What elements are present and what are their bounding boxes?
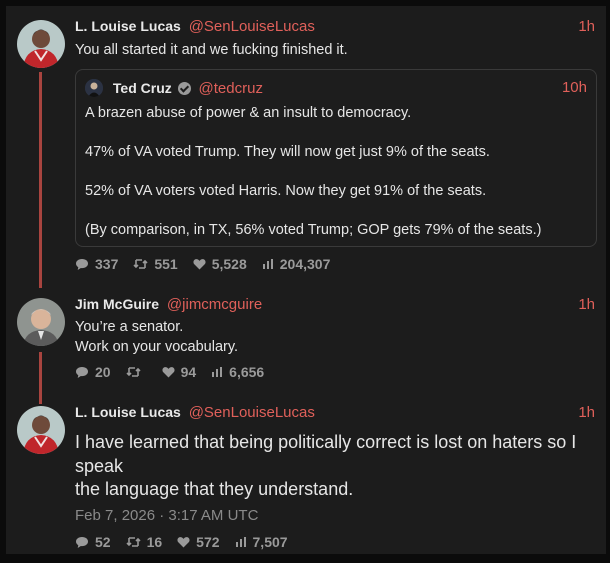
heart-icon — [177, 537, 190, 548]
tweet-header: L. Louise Lucas @SenLouiseLucas 1h — [75, 18, 595, 38]
comment-icon — [76, 258, 88, 270]
tweet-text-line: Work on your vocabulary. — [75, 339, 239, 355]
tweet-date[interactable]: Feb 7, 2026 · 3:17 AM UTC — [75, 507, 258, 524]
reply-button[interactable]: 52 — [75, 534, 111, 550]
tweet-header: L. Louise Lucas @SenLouiseLucas 1h — [75, 404, 595, 424]
retweet-button[interactable]: 16 — [126, 534, 163, 550]
display-name[interactable]: L. Louise Lucas — [75, 18, 181, 34]
heart-icon — [193, 259, 206, 270]
view-count: 7,507 — [252, 534, 288, 550]
like-count: 5,528 — [211, 256, 247, 272]
quote-user-handle[interactable]: @tedcruz — [199, 80, 263, 97]
heart-icon — [162, 367, 175, 378]
timestamp[interactable]: 1h — [578, 18, 595, 35]
retweet-icon — [133, 259, 148, 269]
like-count: 572 — [196, 534, 220, 550]
avatar[interactable] — [17, 20, 65, 68]
timestamp[interactable]: 1h — [578, 296, 595, 313]
like-button[interactable]: 94 — [162, 364, 197, 380]
tweet-3[interactable]: L. Louise Lucas @SenLouiseLucas 1h I hav… — [6, 404, 606, 554]
display-name[interactable]: Jim McGuire — [75, 296, 159, 312]
reply-button[interactable]: 20 — [75, 364, 111, 380]
tweet-stats: 337 551 5,528 204,307 — [75, 255, 345, 273]
views-button[interactable]: 204,307 — [262, 256, 331, 272]
user-handle[interactable]: @SenLouiseLucas — [189, 18, 315, 35]
thread-line — [39, 352, 42, 404]
tweet-text-line: the language that they understand. — [75, 479, 354, 499]
quote-header: Ted Cruz @tedcruz 10h — [85, 79, 587, 99]
reply-count: 20 — [95, 364, 111, 380]
view-count: 6,656 — [229, 364, 265, 380]
user-handle[interactable]: @SenLouiseLucas — [189, 404, 315, 421]
quote-paragraph: 52% of VA voters voted Harris. Now they … — [85, 183, 487, 199]
timestamp[interactable]: 1h — [578, 404, 595, 421]
tweet-1[interactable]: L. Louise Lucas @SenLouiseLucas 1h You a… — [6, 6, 606, 296]
display-name[interactable]: L. Louise Lucas — [75, 404, 181, 420]
reply-count: 52 — [95, 534, 111, 550]
view-count: 204,307 — [279, 256, 331, 272]
views-button[interactable]: 6,656 — [211, 364, 264, 380]
tweet-2[interactable]: Jim McGuire @jimcmcguire 1h You’re a sen… — [6, 296, 606, 405]
like-button[interactable]: 5,528 — [193, 256, 247, 272]
tweet-text: You all started it and we fucking finish… — [75, 42, 348, 58]
comment-icon — [76, 536, 88, 548]
retweet-icon — [126, 367, 141, 377]
avatar[interactable] — [17, 298, 65, 346]
retweet-count: 551 — [154, 256, 178, 272]
reply-count: 337 — [95, 256, 119, 272]
quote-paragraph: A brazen abuse of power & an insult to d… — [85, 105, 412, 121]
views-button[interactable]: 7,507 — [235, 534, 288, 550]
tweet-header: Jim McGuire @jimcmcguire 1h — [75, 296, 595, 316]
views-chart-icon — [212, 367, 223, 377]
timeline: L. Louise Lucas @SenLouiseLucas 1h You a… — [6, 6, 606, 554]
thread-line — [39, 72, 42, 288]
quote-timestamp[interactable]: 10h — [562, 79, 587, 96]
reply-button[interactable]: 337 — [75, 256, 118, 272]
avatar[interactable] — [17, 406, 65, 454]
quote-avatar[interactable] — [85, 79, 103, 97]
comment-icon — [76, 366, 88, 378]
retweet-button[interactable] — [126, 366, 147, 378]
quoted-tweet[interactable]: Ted Cruz @tedcruz 10h A brazen abuse of … — [75, 69, 597, 247]
retweet-icon — [126, 537, 141, 547]
retweet-count: 16 — [146, 534, 163, 550]
tweet-stats: 52 16 572 7,507 — [75, 533, 303, 551]
views-chart-icon — [235, 537, 246, 547]
tweet-stats: 20 94 6,656 — [75, 363, 279, 381]
verified-badge-icon — [177, 82, 191, 95]
like-button[interactable]: 572 — [177, 534, 220, 550]
like-count: 94 — [180, 364, 197, 380]
quote-display-name[interactable]: Ted Cruz — [113, 80, 172, 96]
quote-paragraph: 47% of VA voted Trump. They will now get… — [85, 144, 490, 160]
user-handle[interactable]: @jimcmcguire — [167, 296, 262, 313]
tweet-text-line: You’re a senator. — [75, 319, 184, 335]
quote-paragraph: (By comparison, in TX, 56% voted Trump; … — [85, 222, 542, 238]
tweet-text-line: I have learned that being politically co… — [75, 432, 577, 476]
retweet-button[interactable]: 551 — [133, 256, 178, 272]
views-chart-icon — [262, 259, 273, 269]
